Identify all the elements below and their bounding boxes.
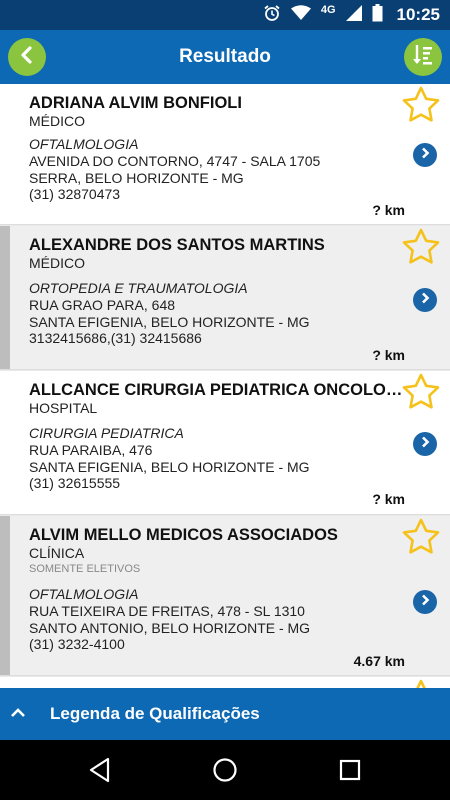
qualifications-legend-bar[interactable]: Legenda de Qualificações: [0, 688, 450, 740]
provider-phone: (31) 3232-4100: [29, 636, 125, 652]
results-list[interactable]: ADRIANA ALVIM BONFIOLI MÉDICO OFTALMOLOG…: [0, 84, 450, 688]
details-arrow-button[interactable]: [413, 143, 437, 167]
nav-recents-icon[interactable]: [338, 757, 362, 788]
provider-name: ALVIM MELLO MEDICOS ASSOCIADOS: [29, 526, 338, 544]
nav-home-icon[interactable]: [212, 757, 238, 788]
provider-name: ALEXANDRE DOS SANTOS MARTINS: [29, 236, 325, 254]
signal-icon: [345, 4, 362, 26]
favorite-star-icon[interactable]: [402, 86, 440, 127]
sort-button[interactable]: [404, 38, 442, 76]
page-title: Resultado: [179, 46, 271, 67]
clock: 10:25: [396, 5, 440, 24]
provider-specialty: OFTALMOLOGIA: [29, 586, 139, 602]
sort-icon: [412, 43, 434, 72]
provider-address: RUA TEIXEIRA DE FREITAS, 478 - SL 1310: [29, 603, 305, 619]
status-bar: 4G 10:25: [0, 0, 450, 30]
provider-phone: (31) 32870473: [29, 186, 121, 202]
card-side-bar: [0, 516, 10, 675]
provider-distance: 4.67 km: [353, 653, 405, 669]
favorite-star-icon[interactable]: [402, 679, 440, 688]
details-arrow-button[interactable]: [413, 590, 437, 614]
battery-icon: [372, 3, 383, 27]
card-side-bar: [0, 226, 10, 369]
chevron-right-icon: [420, 435, 430, 453]
result-card[interactable]: ALEXANDRE DOS SANTOS MARTINS MÉDICO ORTO…: [0, 226, 450, 370]
provider-address: RUA PARAIBA, 476: [29, 442, 153, 458]
card-side-bar: [0, 677, 10, 688]
provider-type: HOSPITAL: [29, 400, 98, 416]
result-card[interactable]: ADRIANA ALVIM BONFIOLI MÉDICO OFTALMOLOG…: [0, 84, 450, 225]
chevron-right-icon: [420, 593, 430, 611]
network-type: 4G: [320, 4, 336, 16]
chevron-right-icon: [420, 146, 430, 164]
provider-phone: 3132415686,(31) 32415686: [29, 330, 202, 346]
provider-city: SERRA, BELO HORIZONTE - MG: [29, 170, 244, 186]
provider-phone: (31) 32615555: [29, 475, 121, 491]
provider-type: MÉDICO: [29, 255, 85, 271]
provider-type: CLÍNICA: [29, 545, 85, 561]
details-arrow-button[interactable]: [413, 432, 437, 456]
provider-name: ADRIANA ALVIM BONFIOLI: [29, 94, 242, 112]
result-card[interactable]: ALVIM MELLO MEDICOS ASSOCIADOS CLÍNICA S…: [0, 516, 450, 676]
chevron-right-icon: [420, 291, 430, 309]
provider-type: MÉDICO: [29, 113, 85, 129]
system-nav-bar: [0, 740, 450, 800]
card-side-bar: [0, 371, 10, 514]
alarm-icon: [263, 4, 281, 27]
provider-address: AVENIDA DO CONTORNO, 4747 - SALA 1705: [29, 153, 321, 169]
favorite-star-icon[interactable]: [402, 518, 440, 559]
provider-city: SANTA EFIGENIA, BELO HORIZONTE - MG: [29, 314, 310, 330]
provider-distance: ? km: [372, 347, 405, 363]
provider-distance: ? km: [372, 491, 405, 507]
chevron-up-icon: [10, 706, 26, 724]
provider-note: SOMENTE ELETIVOS: [29, 563, 141, 575]
provider-city: SANTA EFIGENIA, BELO HORIZONTE - MG: [29, 459, 310, 475]
card-side-bar: [0, 84, 10, 224]
provider-specialty: CIRURGIA PEDIATRICA: [29, 425, 184, 441]
wifi-icon: [290, 4, 311, 26]
provider-address: RUA GRAO PARA, 648: [29, 297, 176, 313]
nav-back-icon[interactable]: [88, 757, 112, 788]
provider-distance: ? km: [372, 202, 405, 218]
result-card[interactable]: [0, 677, 450, 688]
legend-label: Legenda de Qualificações: [50, 704, 260, 723]
result-card[interactable]: ALLCANCE CIRURGIA PEDIATRICA ONCOLOGICA …: [0, 371, 450, 515]
provider-city: SANTO ANTONIO, BELO HORIZONTE - MG: [29, 620, 311, 636]
favorite-star-icon[interactable]: [402, 228, 440, 269]
provider-specialty: ORTOPEDIA E TRAUMATOLOGIA: [29, 280, 248, 296]
provider-name: ALLCANCE CIRURGIA PEDIATRICA ONCOLOGICA: [29, 381, 407, 399]
app-bar: Resultado: [0, 30, 450, 84]
favorite-star-icon[interactable]: [402, 373, 440, 414]
provider-specialty: OFTALMOLOGIA: [29, 136, 139, 152]
details-arrow-button[interactable]: [413, 288, 437, 312]
